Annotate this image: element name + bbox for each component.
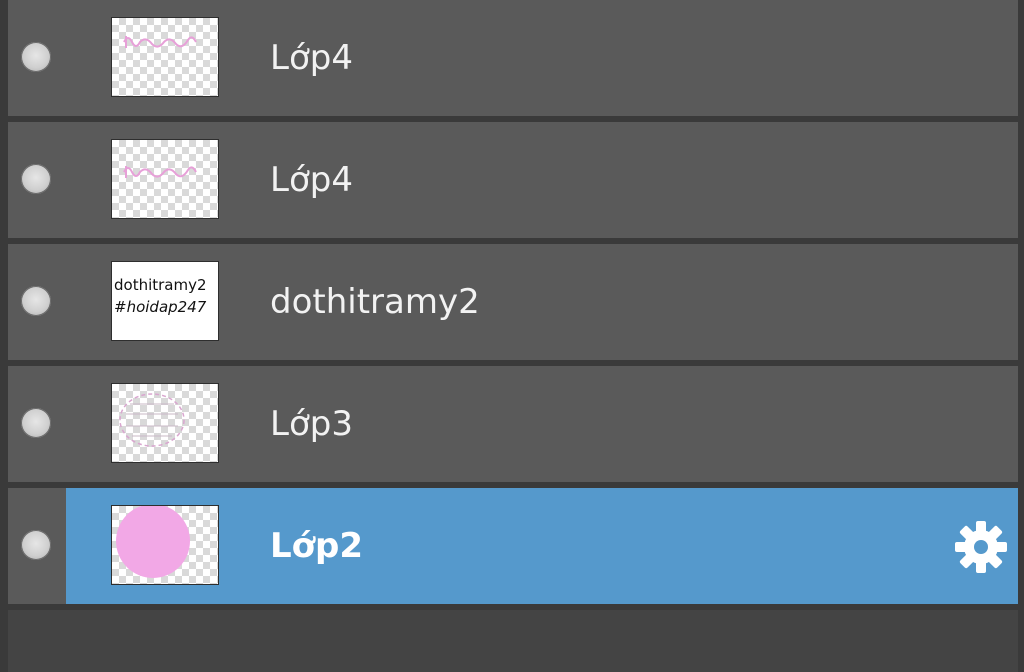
pink-filled-circle-thumbnail: [116, 506, 190, 578]
layer-name[interactable]: Lớp4: [270, 122, 353, 238]
layers-panel: Lớp4 Lớp4 dothitramy2 #hoidap247 dothitr…: [0, 0, 1024, 672]
pink-circle-outline-thumbnail: [119, 393, 185, 447]
visibility-dot-icon[interactable]: [21, 286, 51, 316]
panel-right-edge: [1018, 0, 1024, 672]
layer-name[interactable]: Lớp4: [270, 0, 353, 116]
visibility-dot-icon[interactable]: [21, 42, 51, 72]
layer-name[interactable]: dothitramy2: [270, 244, 480, 360]
panel-empty-area: [8, 610, 1018, 672]
pink-scribble-thumbnail: [123, 166, 197, 178]
thumb-text-line1: dothitramy2: [114, 276, 207, 294]
layer-row[interactable]: Lớp3: [8, 366, 1018, 488]
panel-left-edge: [0, 0, 8, 672]
layer-thumbnail: [111, 383, 219, 463]
text-layer-thumbnail: dothitramy2 #hoidap247: [112, 262, 218, 340]
layer-thumbnail: dothitramy2 #hoidap247: [111, 261, 219, 341]
layer-row[interactable]: Lớp4: [8, 122, 1018, 244]
layer-row-selected[interactable]: Lớp2: [8, 488, 1018, 610]
thumb-text-line2: #hoidap247: [114, 298, 207, 316]
visibility-dot-icon[interactable]: [21, 408, 51, 438]
layer-name[interactable]: Lớp3: [270, 366, 353, 482]
layer-thumbnail: [111, 505, 219, 585]
visibility-dot-icon[interactable]: [21, 164, 51, 194]
layer-thumbnail: [111, 139, 219, 219]
gear-icon-graphic: [955, 521, 1007, 573]
visibility-dot-icon[interactable]: [21, 530, 51, 560]
layer-thumbnail: [111, 17, 219, 97]
layer-name[interactable]: Lớp2: [270, 488, 363, 604]
layer-row[interactable]: dothitramy2 #hoidap247 dothitramy2: [8, 244, 1018, 366]
gear-icon[interactable]: [952, 518, 1010, 576]
pink-scribble-thumbnail: [123, 36, 197, 48]
layer-row[interactable]: Lớp4: [8, 0, 1018, 122]
layer-list: Lớp4 Lớp4 dothitramy2 #hoidap247 dothitr…: [8, 0, 1018, 610]
